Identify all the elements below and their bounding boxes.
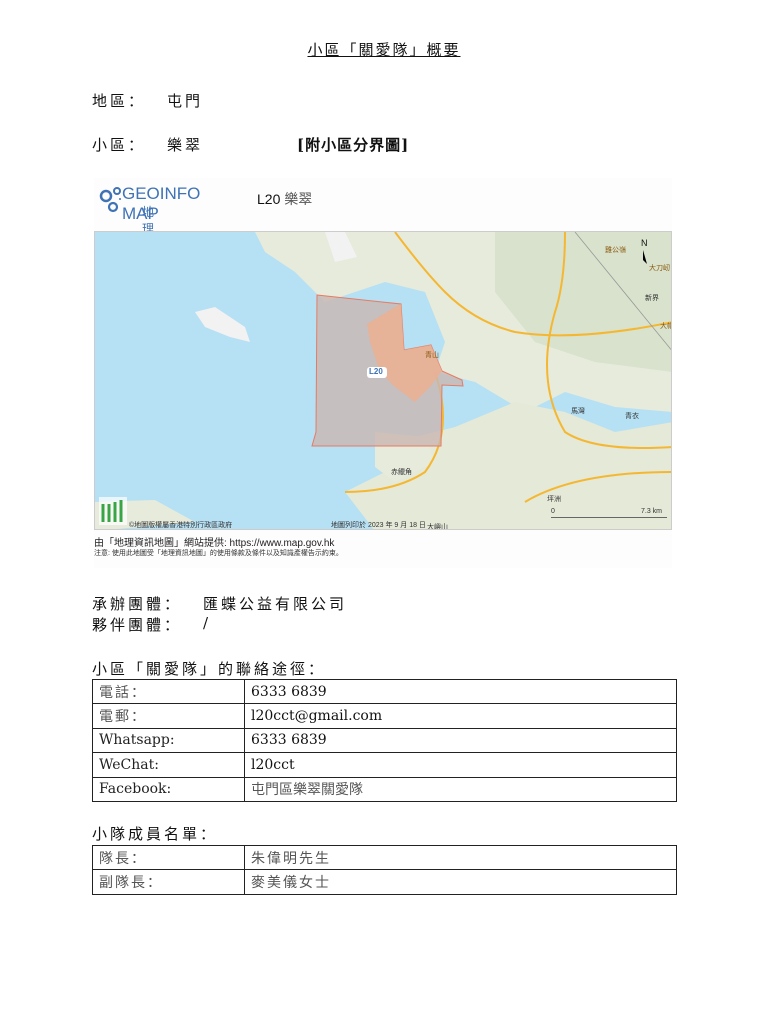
contact-label: WeChat: [92,752,245,778]
geoinfo-logo: GEOINFO MAP 地理資訊地圖 [98,184,200,304]
map-code: L20 [257,191,281,207]
table-row: 電郵： l20cct@gmail.com [92,703,677,729]
place-label: 雞公嶺 [605,247,626,254]
partner-value: / [203,614,212,632]
member-role: 隊長： [92,844,245,871]
members-table: 隊長： 朱偉明先生 副隊長： 麥美儀女士 [92,844,677,895]
map-copyright: ©地圖版權屬香港特別行政區政府 [129,522,233,529]
contact-value: 6333 6839 [244,678,677,705]
map-canvas[interactable]: L20 雞公嶺 大刀屻 新界 大帽 青山 馬灣 青衣 赤鱲角 坪洲 大嶼山 N … [94,231,672,530]
scale-end: 7.3 km [641,508,663,515]
page-title-text: 小區「關愛隊」概要 [307,41,461,59]
table-row: 電話： 6333 6839 [92,678,677,705]
map-graphic [95,232,671,529]
subdistrict-map: GEOINFO MAP 地理資訊地圖 L20 樂翠 L20 雞公嶺 大刀屻 新界… [94,178,672,568]
contact-value[interactable]: l20cct@gmail.com [244,703,677,729]
logo-en: GEOINFO MAP [122,184,201,223]
place-label: 新界 [645,295,659,302]
map-link[interactable]: [附小區分界圖] [297,134,409,155]
north-arrow-icon: N [641,238,648,248]
place-label: 坪洲 [547,496,561,503]
contact-label: Facebook: [92,776,245,802]
member-name: 麥美儀女士 [244,869,677,895]
contact-label: 電話： [92,678,245,705]
members-heading: 小隊成員名單： [92,825,219,843]
organizer-label: 承辦團體： [92,595,183,613]
place-label: 大刀屻 [649,265,670,272]
scale-start: 0 [551,508,555,515]
district-label: 地區： [92,92,147,110]
place-label: 青山 [425,352,439,359]
region-label: L20 [369,367,383,376]
place-label: 馬灣 [571,408,585,415]
subdistrict-value: 樂翠 [167,136,204,154]
map-title: L20 樂翠 [257,189,312,209]
place-label: 大帽 [660,323,671,330]
map-credit: 由「地理資訊地圖」網站提供: https://www.map.gov.hk [94,538,335,549]
district-value: 屯門 [167,92,204,110]
contact-label: Whatsapp: [92,727,245,754]
organizer-value: 匯蝶公益有限公司 [203,595,348,613]
place-label: 大嶼山 [427,524,448,530]
table-row: Whatsapp: 6333 6839 [92,727,677,754]
geoinfo-logo-icon [99,187,121,213]
member-name: 朱偉明先生 [244,844,677,871]
partner-label: 夥伴團體： [92,616,183,634]
place-label: 赤鱲角 [391,469,412,476]
page-title: 小區「關愛隊」概要 [0,39,768,60]
contact-label: 電郵： [92,703,245,729]
subdistrict-label: 小區： [92,136,147,154]
table-row: 副隊長： 麥美儀女士 [92,869,677,895]
contact-table: 電話： 6333 6839 電郵： l20cct@gmail.com Whatsap… [92,678,677,802]
contact-value: l20cct [244,752,677,778]
map-name: 樂翠 [284,191,313,207]
table-row: Facebook: 屯門區樂翠關愛隊 [92,776,677,802]
contact-value: 6333 6839 [244,727,677,754]
contact-value: 屯門區樂翠關愛隊 [244,776,677,802]
map-notice: 注意: 使用此地圖受「地理資訊地圖」的使用條款及條件以及知識產權告示約束。 [94,550,343,557]
table-row: 隊長： 朱偉明先生 [92,844,677,871]
table-row: WeChat: l20cct [92,752,677,778]
place-label: 青衣 [625,413,639,420]
member-role: 副隊長： [92,869,245,895]
map-print-date: 地圖列印於 2023 年 9 月 18 日 [331,522,426,529]
contact-heading: 小區「關愛隊」的聯絡途徑： [92,660,327,678]
